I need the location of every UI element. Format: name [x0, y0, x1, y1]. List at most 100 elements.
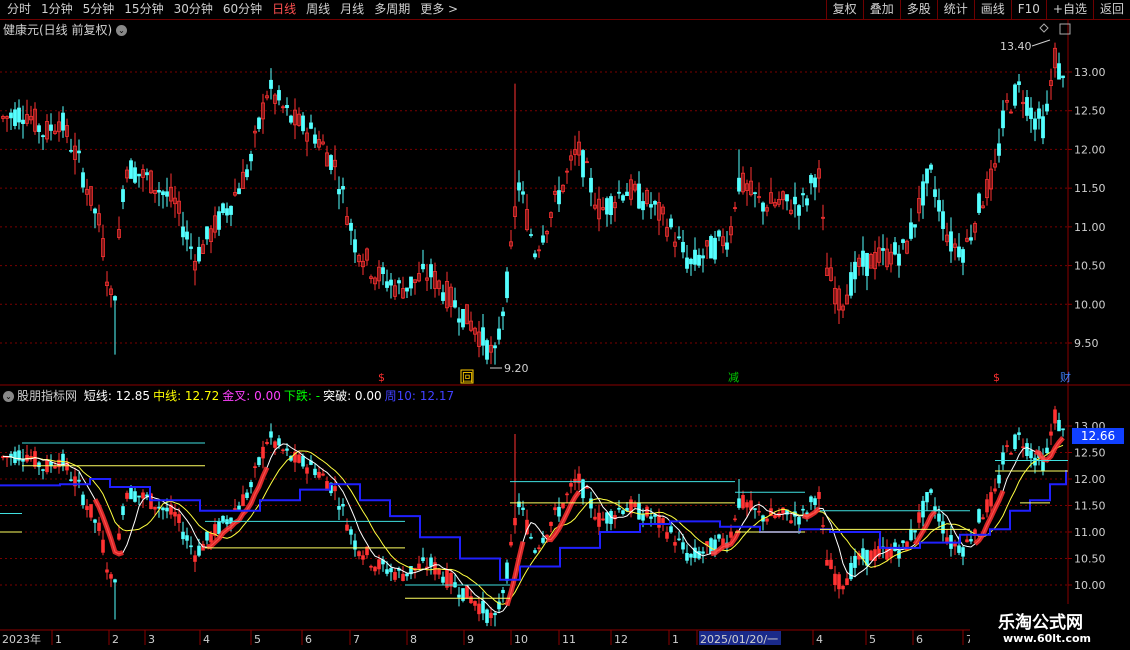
indicator-candle-body	[597, 512, 601, 527]
candle-body	[185, 231, 189, 240]
indicator-candle-body	[265, 441, 269, 444]
candle-body	[933, 189, 937, 197]
candle-body	[49, 124, 53, 131]
indicator-candle-body	[173, 512, 177, 517]
candle-body	[693, 249, 697, 265]
indicator-candle-body	[437, 568, 441, 575]
candle-body	[245, 169, 249, 178]
candle-body	[77, 150, 81, 154]
indicator-candle-body	[673, 542, 677, 546]
indicator-candle-body	[537, 547, 541, 550]
date-label: 5	[869, 633, 876, 646]
candle-body	[285, 104, 289, 109]
candle-body	[157, 190, 161, 193]
candle-body	[809, 175, 813, 184]
indicator-candle-body	[165, 507, 169, 512]
candle-body	[737, 177, 741, 192]
candle-body	[1025, 97, 1029, 116]
indicator-candle-body	[809, 496, 813, 503]
candle-body	[337, 189, 341, 195]
indicator-candle-body	[241, 494, 245, 507]
indicator-candle-body	[797, 517, 801, 525]
indicator-tick-label: 10.50	[1074, 553, 1106, 566]
indicator-candle-body	[869, 550, 873, 561]
date-label: 8	[410, 633, 417, 646]
indicator-candle-body	[89, 504, 93, 518]
candle-body	[977, 193, 981, 213]
candle-body	[197, 246, 201, 262]
indicator-candle-body	[633, 502, 637, 508]
candle-body	[785, 194, 789, 202]
candle-body	[697, 254, 701, 266]
indicator-candle-body	[217, 521, 221, 535]
candle-body	[13, 109, 17, 126]
indicator-candle-body	[617, 508, 621, 510]
candle-body	[701, 255, 705, 259]
indicator-candle-body	[69, 479, 73, 481]
candle-body	[229, 205, 233, 215]
chart-canvas[interactable]: 13.00 12.50 12.00 11.50 11.00 10.50 10.00 9.50 1…	[0, 0, 1130, 650]
indicator-candle-body	[205, 531, 209, 541]
indicator-candle-body	[93, 519, 97, 523]
candle-body	[181, 226, 185, 238]
indicator-candle-body	[773, 515, 777, 518]
event-marker: $	[993, 371, 1000, 384]
indicator-candle-body	[921, 500, 925, 518]
indicator-candle-body	[997, 474, 1001, 484]
indicator-candle-body	[493, 613, 497, 616]
candle-body	[605, 198, 609, 215]
indicator-candle-body	[501, 589, 505, 594]
date-label: 2025/01/20/一	[700, 633, 778, 646]
indicator-candle-body	[385, 569, 389, 574]
candle-body	[409, 276, 413, 289]
indicator-candle-body	[85, 506, 89, 511]
indicator-candle-body	[601, 518, 605, 521]
indicator-candle-body	[1001, 452, 1005, 465]
indicator-candle-body	[1053, 409, 1057, 424]
indicator-candle-body	[285, 448, 289, 451]
indicator-candle-body	[1017, 432, 1021, 435]
candle-body	[1029, 107, 1033, 119]
candle-body	[1045, 103, 1049, 112]
indicator-candle-body	[421, 557, 425, 562]
indicator-tick-label: 11.00	[1074, 526, 1106, 539]
diamond-icon	[1039, 23, 1049, 33]
indicator-candle-body	[957, 545, 961, 553]
indicator-candle-body	[305, 467, 309, 474]
candle-body	[497, 328, 501, 340]
indicator-candle-body	[125, 492, 129, 499]
indicator-candle-body	[253, 466, 257, 469]
candle-body	[617, 191, 621, 194]
date-label: 2	[112, 633, 119, 646]
date-label: 3	[148, 633, 155, 646]
indicator-candle-body	[429, 557, 433, 567]
candle-body	[81, 172, 85, 188]
indicator-candle-body	[333, 486, 337, 492]
indicator-candle-body	[889, 549, 893, 558]
chevron-down-icon[interactable]: ⌄	[3, 391, 14, 402]
candle-body	[129, 160, 133, 179]
indicator-tick-label: 12.50	[1074, 447, 1106, 460]
candle-body	[461, 308, 465, 328]
indicator-candle-body	[521, 507, 525, 510]
candle-body	[453, 300, 457, 308]
candle-body	[161, 191, 165, 196]
candle-body	[341, 186, 345, 190]
indicator-candle-body	[937, 513, 941, 522]
indicator-candle-body	[901, 540, 905, 544]
indicator-candle-body	[585, 487, 589, 489]
candle-body	[589, 177, 593, 193]
indicator-candle-body	[781, 507, 785, 514]
indicator-candle-body	[729, 531, 733, 538]
indicator-candle-body	[341, 504, 345, 507]
indicator-candle-body	[929, 489, 933, 493]
event-marker: 回	[462, 371, 473, 384]
indicator-candle-body	[393, 572, 397, 580]
indicator-candle-body	[753, 508, 757, 510]
indicator-candle-body	[737, 498, 741, 508]
indicator-candle-body	[1057, 419, 1061, 432]
indicator-candle-body	[297, 454, 301, 463]
indicator-candle-body	[1049, 431, 1053, 436]
indicator-candle-body	[181, 531, 185, 540]
candle-body	[637, 183, 641, 209]
